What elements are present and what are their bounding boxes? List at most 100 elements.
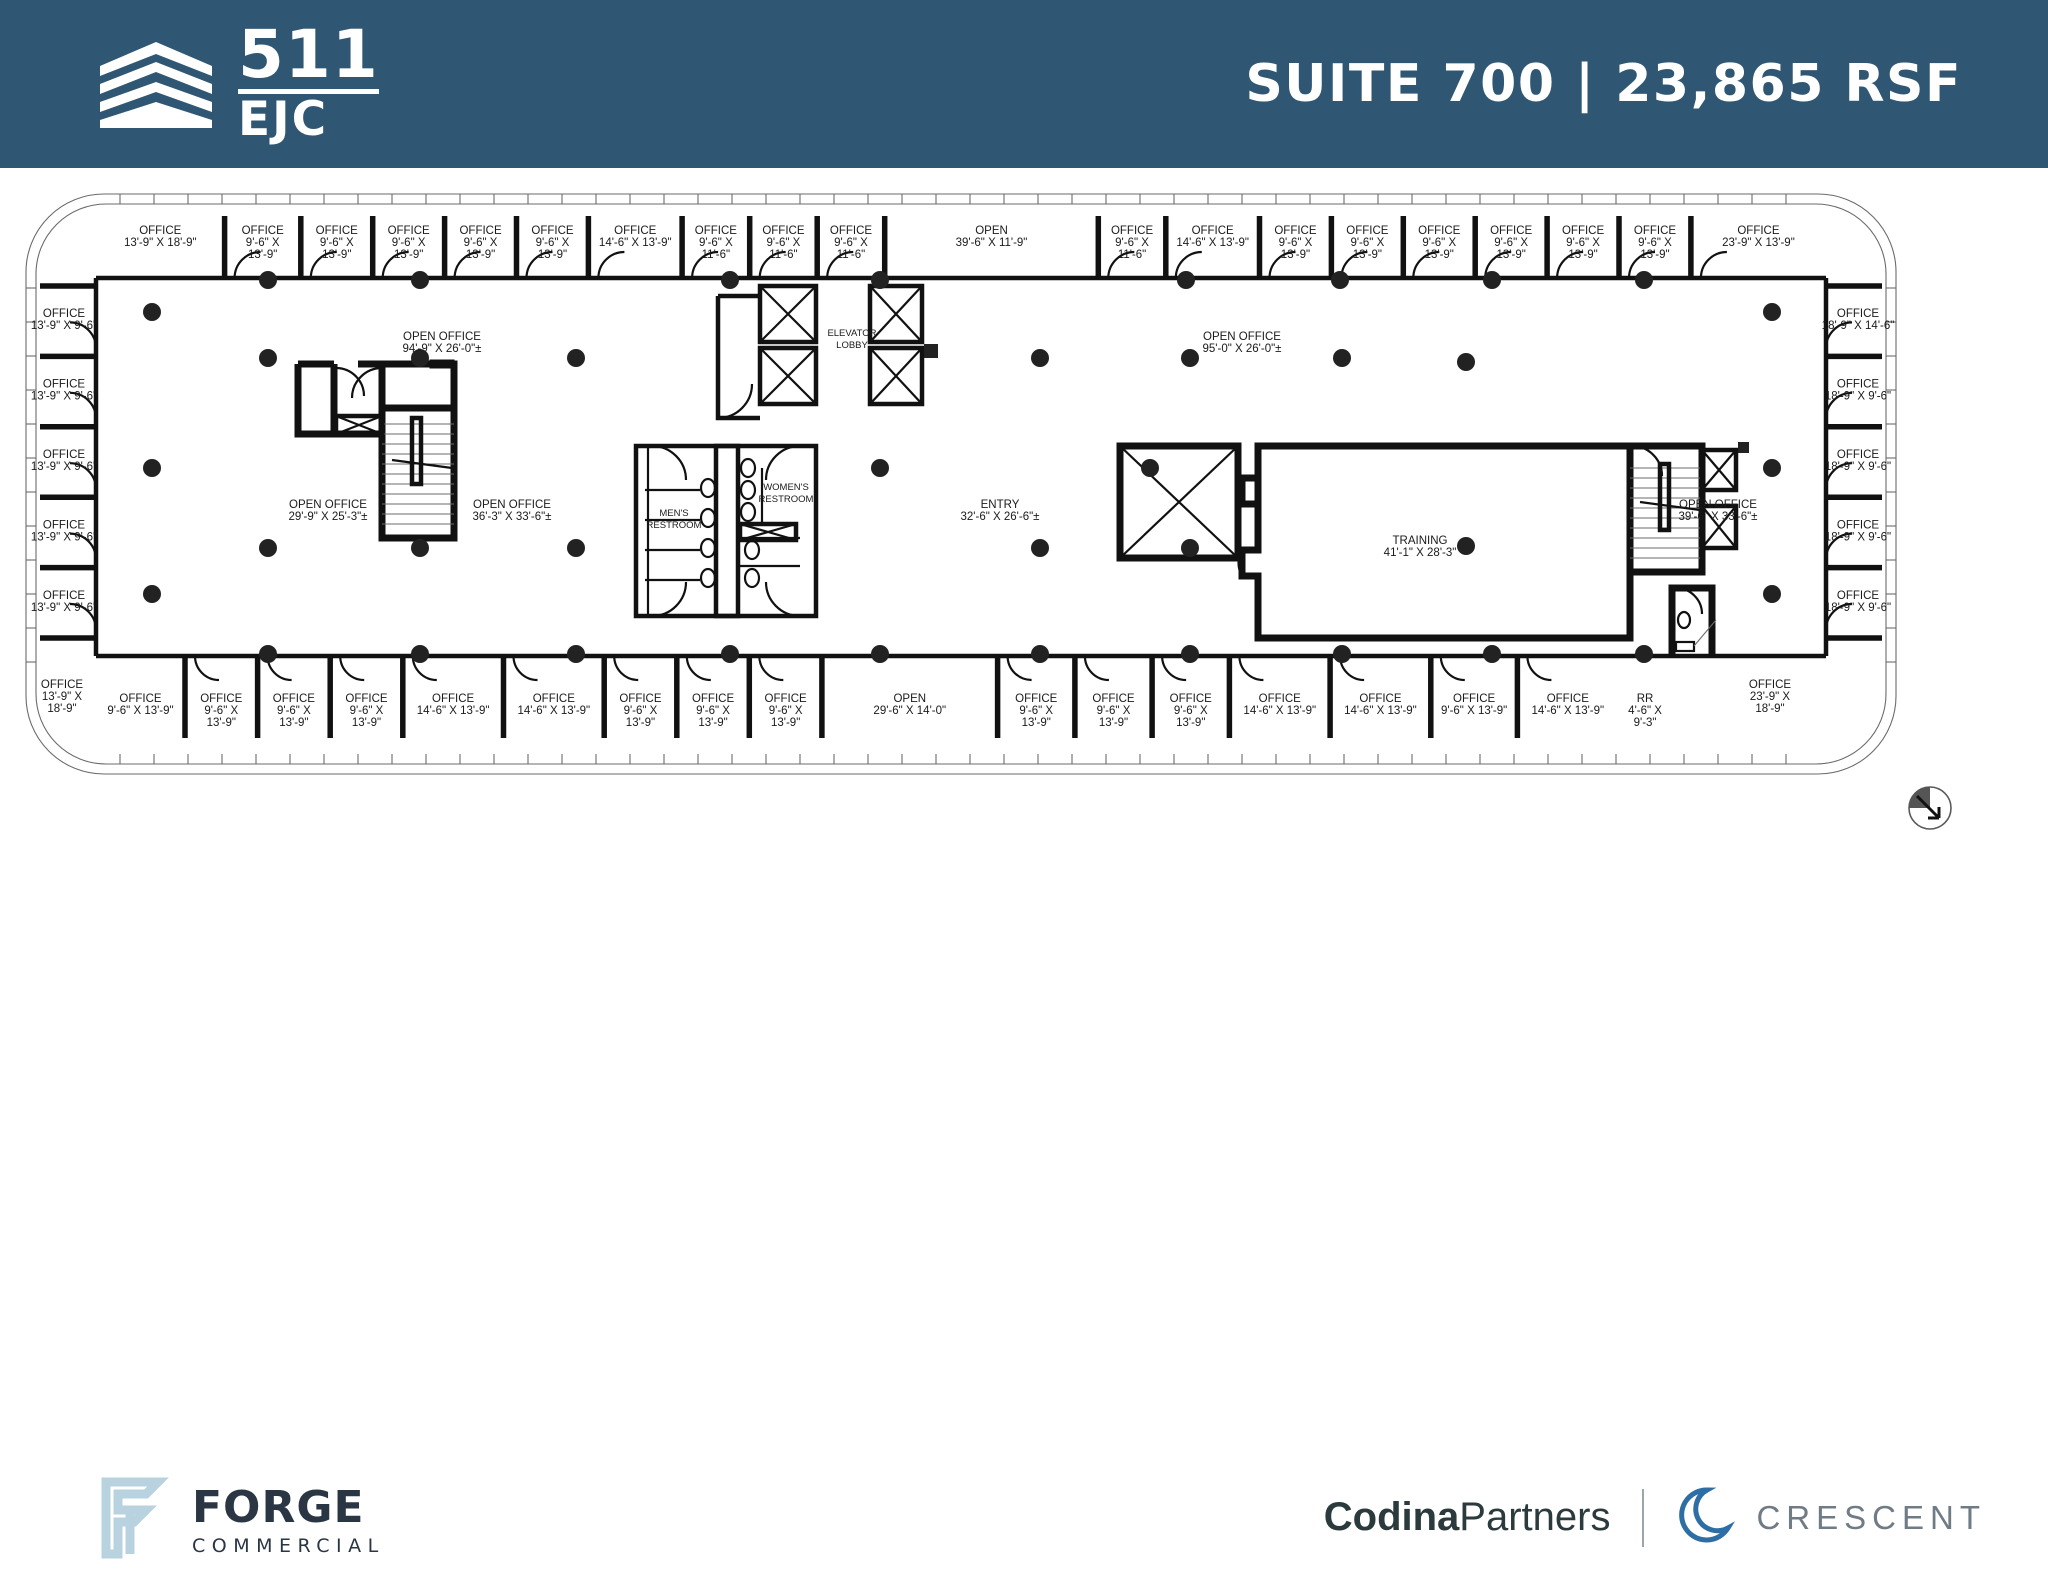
door-swing [1083, 655, 1109, 682]
structural-column [871, 271, 889, 289]
door-swing [1161, 655, 1187, 682]
svg-text:OFFICE: OFFICE [43, 308, 85, 320]
svg-text:OFFICE: OFFICE [1111, 225, 1153, 237]
svg-text:OFFICE: OFFICE [43, 379, 85, 391]
svg-text:OPEN OFFICE: OPEN OFFICE [289, 499, 367, 511]
right-office-2: OFFICE18'-9" X 9'-6" [1825, 449, 1891, 473]
structural-column [721, 271, 739, 289]
svg-text:OFFICE: OFFICE [614, 225, 656, 237]
svg-text:OFFICE: OFFICE [1749, 679, 1791, 691]
svg-text:4'-6" X: 4'-6" X [1628, 705, 1662, 717]
svg-text:OPEN OFFICE: OPEN OFFICE [1203, 331, 1281, 343]
svg-text:9'-6" X: 9'-6" X [1097, 705, 1131, 717]
svg-text:OFFICE: OFFICE [1737, 225, 1779, 237]
structural-column [1331, 271, 1349, 289]
svg-text:OFFICE: OFFICE [1015, 693, 1057, 705]
structural-column [411, 645, 429, 663]
svg-text:9'-6" X: 9'-6" X [1115, 237, 1149, 249]
top-office-16: OFFICE9'-6" X13'-9" [1490, 225, 1532, 261]
forge-commercial-logo: FORGE COMMERCIAL [100, 1476, 385, 1565]
svg-text:OFFICE: OFFICE [762, 225, 804, 237]
svg-text:OFFICE: OFFICE [459, 225, 501, 237]
svg-text:13'-9" X 9'-6": 13'-9" X 9'-6" [31, 391, 97, 403]
svg-text:11'-6": 11'-6" [1118, 249, 1146, 261]
structural-column [1031, 539, 1049, 557]
svg-text:OFFICE: OFFICE [1547, 693, 1589, 705]
north-arrow-icon [1908, 786, 1952, 830]
top-office-18: OFFICE9'-6" X13'-9" [1634, 225, 1676, 261]
suite-title: SUITE 700 | 23,865 RSF [1245, 54, 1962, 114]
svg-text:OFFICE: OFFICE [1259, 693, 1301, 705]
svg-text:9'-6" X: 9'-6" X [464, 237, 498, 249]
structural-column [567, 645, 585, 663]
brand-initials: EJC [238, 91, 329, 147]
svg-text:9'-6" X 13'-9": 9'-6" X 13'-9" [107, 705, 173, 717]
svg-text:39'-6" X 33'-6"±: 39'-6" X 33'-6"± [1679, 511, 1758, 523]
svg-text:9'-6" X: 9'-6" X [624, 705, 658, 717]
bottom-office-15: OFFICE9'-6" X 13'-9" [1441, 693, 1507, 717]
structural-column [143, 459, 161, 477]
structural-column [259, 271, 277, 289]
svg-text:OFFICE: OFFICE [533, 693, 575, 705]
structural-column [871, 645, 889, 663]
door-swing [1238, 655, 1264, 682]
top-office-8: OFFICE9'-6" X11'-6" [762, 225, 804, 261]
structural-column [871, 459, 889, 477]
top-office-12: OFFICE14'-6" X 13'-9" [1176, 225, 1249, 249]
svg-text:18'-9" X 9'-6": 18'-9" X 9'-6" [1825, 461, 1891, 473]
svg-text:OFFICE: OFFICE [830, 225, 872, 237]
svg-text:OFFICE: OFFICE [139, 225, 181, 237]
core-room-3: OPEN OFFICE36'-3" X 33'-6"± [473, 499, 552, 523]
structural-columns [143, 271, 1781, 663]
structural-column [1141, 459, 1159, 477]
svg-text:13'-9": 13'-9" [279, 717, 308, 729]
core-room-6: TRAINING41'-1" X 28'-3" [1384, 535, 1457, 559]
svg-text:OFFICE: OFFICE [531, 225, 573, 237]
svg-text:OFFICE: OFFICE [1634, 225, 1676, 237]
svg-text:13'-9": 13'-9" [1281, 249, 1310, 261]
structural-column [411, 539, 429, 557]
door-swing [1439, 655, 1465, 682]
svg-text:9'-6" X: 9'-6" X [1279, 237, 1313, 249]
svg-text:OFFICE: OFFICE [765, 693, 807, 705]
structural-column [567, 539, 585, 557]
door-swing [1006, 655, 1032, 682]
structural-column [411, 349, 429, 367]
top-office-0: OFFICE13'-9" X 18'-9" [124, 225, 197, 249]
structural-column [1763, 585, 1781, 603]
core-room-1: OPEN OFFICE95'-0" X 26'-0"± [1203, 331, 1282, 355]
structural-column [259, 349, 277, 367]
svg-text:OFFICE: OFFICE [41, 679, 83, 691]
door-swing [597, 250, 625, 279]
right-office-0: OFFICE18'-9" X 14'-6" [1822, 308, 1895, 332]
top-office-3: OFFICE9'-6" X13'-9" [388, 225, 430, 261]
bottom-office-13: OFFICE14'-6" X 13'-9" [1243, 693, 1316, 717]
svg-text:OPEN OFFICE: OPEN OFFICE [1679, 499, 1757, 511]
structural-column [1333, 645, 1351, 663]
core-room-5: ENTRY32'-6" X 26'-6"± [961, 499, 1040, 523]
door-swing [613, 655, 639, 682]
restroom-core: MEN'S RESTROOM WOMEN'S RESTROOM [633, 443, 819, 619]
bottom-office-17: RR4'-6" X9'-3" [1628, 693, 1662, 729]
svg-text:9'-6" X: 9'-6" X [1566, 237, 1600, 249]
svg-text:9'-6" X: 9'-6" X [277, 705, 311, 717]
svg-text:18'-9": 18'-9" [1755, 703, 1784, 715]
partner-logos: CodinaPartners CRESCENT [1324, 1484, 1986, 1551]
mens-restroom-label: MEN'S [659, 508, 688, 519]
svg-text:OFFICE: OFFICE [1346, 225, 1388, 237]
svg-text:13'-9": 13'-9" [1425, 249, 1454, 261]
svg-text:9'-6" X: 9'-6" X [696, 705, 730, 717]
svg-text:TRAINING: TRAINING [1393, 535, 1448, 547]
building-outline [25, 193, 1897, 775]
elevator-core: ELEVATOR LOBBY [715, 283, 938, 421]
bottom-office-2: OFFICE9'-6" X13'-9" [273, 693, 315, 729]
svg-text:OPEN OFFICE: OPEN OFFICE [403, 331, 481, 343]
bottom-office-11: OFFICE9'-6" X13'-9" [1092, 693, 1134, 729]
svg-text:14'-6" X 13'-9": 14'-6" X 13'-9" [417, 705, 490, 717]
structural-column [1763, 459, 1781, 477]
svg-text:14'-6" X 13'-9": 14'-6" X 13'-9" [1531, 705, 1604, 717]
svg-text:11'-6": 11'-6" [837, 249, 865, 261]
bottom-office-12: OFFICE9'-6" X13'-9" [1170, 693, 1212, 729]
svg-text:OFFICE: OFFICE [200, 693, 242, 705]
codina-partners-logo: CodinaPartners [1324, 1495, 1611, 1540]
